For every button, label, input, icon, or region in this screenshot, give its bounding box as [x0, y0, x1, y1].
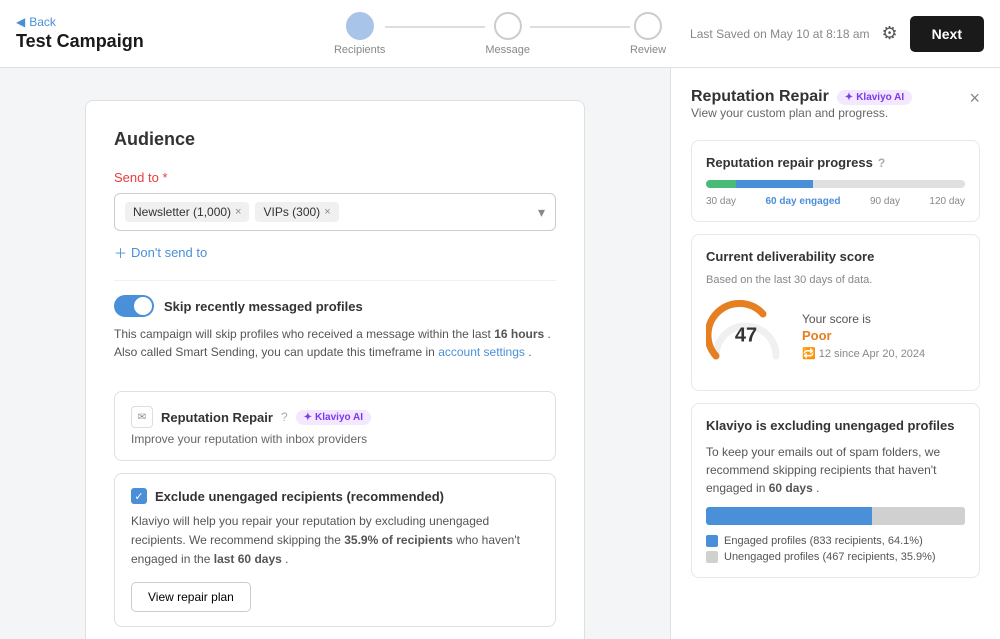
step-label-review: Review	[630, 44, 666, 56]
unengaged-description: To keep your emails out of spam folders,…	[706, 443, 965, 497]
progress-90day	[813, 180, 889, 188]
steps-nav: Recipients Message Review	[334, 12, 666, 56]
tag-dropdown-icon[interactable]: ▾	[538, 204, 545, 221]
unengaged-section: Klaviyo is excluding unengaged profiles …	[691, 403, 980, 578]
score-info: Your score is Poor 🔁 12 since Apr 20, 20…	[802, 312, 925, 360]
step-label-recipients: Recipients	[334, 44, 385, 56]
remove-newsletter-tag[interactable]: ×	[235, 206, 241, 218]
legend-engaged: Engaged profiles (833 recipients, 64.1%)	[706, 535, 965, 547]
back-link[interactable]: ◀ Back	[16, 15, 156, 29]
exclude-box: ✓ Exclude unengaged recipients (recommen…	[114, 473, 556, 627]
gauge-number: 47	[735, 325, 757, 348]
checkmark-icon: ✓	[134, 490, 143, 503]
score-desc: Based on the last 30 days of data.	[706, 274, 965, 286]
engagement-bar-chart	[706, 507, 965, 525]
envelope-icon: ✉	[131, 406, 153, 428]
exclude-header: ✓ Exclude unengaged recipients (recommen…	[131, 488, 539, 504]
step-label-message: Message	[485, 44, 530, 56]
step-line-1	[385, 26, 485, 28]
panel-title: Reputation Repair	[691, 88, 829, 106]
panel-ai-badge: ✦ Klaviyo AI	[837, 90, 912, 105]
dont-send-link[interactable]: ＋ Don't send to	[114, 243, 556, 262]
legend-dot-unengaged	[706, 551, 718, 563]
send-to-label: Send to *	[114, 170, 556, 185]
progress-section: Reputation repair progress ? 30 day 60 d…	[691, 140, 980, 222]
exclude-description: Klaviyo will help you repair your reputa…	[131, 512, 539, 570]
progress-120day	[889, 180, 965, 188]
toggle-knob	[134, 297, 152, 315]
unengaged-bar-segment	[872, 507, 965, 525]
skip-title: Skip recently messaged profiles	[164, 299, 363, 314]
next-button[interactable]: Next	[910, 16, 984, 52]
score-quality: Poor	[802, 328, 925, 343]
chart-legend: Engaged profiles (833 recipients, 64.1%)…	[706, 535, 965, 563]
ai-badge: ✦ Klaviyo AI	[296, 410, 371, 425]
main-layout: Audience Send to * Newsletter (1,000) × …	[0, 68, 1000, 639]
tag-vips: VIPs (300) ×	[255, 202, 338, 222]
engaged-bar-segment	[706, 507, 872, 525]
audience-card: Audience Send to * Newsletter (1,000) × …	[85, 100, 585, 639]
left-content: Audience Send to * Newsletter (1,000) × …	[0, 68, 670, 639]
close-panel-button[interactable]: ×	[969, 88, 980, 109]
progress-bar	[706, 180, 965, 188]
panel-subtitle: View your custom plan and progress.	[691, 106, 912, 120]
skip-toggle[interactable]	[114, 295, 154, 317]
step-circle-message	[494, 12, 522, 40]
rep-header: ✉ Reputation Repair ? ✦ Klaviyo AI	[131, 406, 539, 428]
progress-60day	[736, 180, 812, 188]
ai-star-icon: ✦	[304, 412, 312, 423]
skip-toggle-row: Skip recently messaged profiles	[114, 295, 556, 317]
back-label: Back	[29, 15, 56, 29]
audience-title: Audience	[114, 129, 556, 150]
score-section: Current deliverability score Based on th…	[691, 234, 980, 391]
progress-labels: 30 day 60 day engaged 90 day 120 day	[706, 196, 965, 207]
unengaged-title: Klaviyo is excluding unengaged profiles	[706, 418, 965, 433]
progress-30day	[706, 180, 736, 188]
panel-title-row: Reputation Repair ✦ Klaviyo AI	[691, 88, 912, 106]
panel-title-group: Reputation Repair ✦ Klaviyo AI View your…	[691, 88, 912, 136]
header-left: ◀ Back Test Campaign	[16, 15, 156, 52]
progress-title: Reputation repair progress ?	[706, 155, 965, 170]
last-saved-text: Last Saved on May 10 at 8:18 am	[690, 27, 869, 41]
step-review[interactable]: Review	[630, 12, 666, 56]
step-circle-review	[634, 12, 662, 40]
campaign-title: Test Campaign	[16, 31, 156, 52]
back-arrow-icon: ◀	[16, 15, 25, 29]
remove-vips-tag[interactable]: ×	[324, 206, 330, 218]
help-icon[interactable]: ?	[281, 410, 288, 424]
tag-newsletter: Newsletter (1,000) ×	[125, 202, 249, 222]
score-label: Your score is	[802, 312, 925, 326]
rep-subtitle: Improve your reputation with inbox provi…	[131, 432, 539, 446]
rep-title: Reputation Repair	[161, 410, 273, 425]
step-message[interactable]: Message	[485, 12, 530, 56]
step-circle-recipients	[346, 12, 374, 40]
legend-dot-engaged	[706, 535, 718, 547]
account-settings-link[interactable]: account settings	[438, 345, 525, 359]
panel-ai-star-icon: ✦	[845, 92, 853, 103]
step-line-2	[530, 26, 630, 28]
score-title: Current deliverability score	[706, 249, 965, 264]
header-right: Last Saved on May 10 at 8:18 am ⚙ Next	[690, 16, 984, 52]
exclude-checkbox[interactable]: ✓	[131, 488, 147, 504]
right-panel: Reputation Repair ✦ Klaviyo AI View your…	[670, 68, 1000, 639]
legend-unengaged: Unengaged profiles (467 recipients, 35.9…	[706, 551, 965, 563]
exclude-title: Exclude unengaged recipients (recommende…	[155, 489, 444, 504]
score-since: 🔁 12 since Apr 20, 2024	[802, 347, 925, 360]
step-recipients[interactable]: Recipients	[334, 12, 385, 56]
skip-description: This campaign will skip profiles who rec…	[114, 325, 556, 361]
send-to-input[interactable]: Newsletter (1,000) × VIPs (300) × ▾	[114, 193, 556, 231]
header: ◀ Back Test Campaign Recipients Message …	[0, 0, 1000, 68]
skip-section: Skip recently messaged profiles This cam…	[114, 280, 556, 375]
score-display: 47 Your score is Poor 🔁 12 since Apr 20,…	[706, 296, 965, 376]
reputation-repair-box: ✉ Reputation Repair ? ✦ Klaviyo AI Impro…	[114, 391, 556, 461]
gauge-chart: 47	[706, 296, 786, 376]
progress-help-icon[interactable]: ?	[878, 156, 885, 170]
engagement-bar	[706, 507, 965, 525]
settings-button[interactable]: ⚙	[882, 23, 898, 44]
panel-header: Reputation Repair ✦ Klaviyo AI View your…	[691, 88, 980, 136]
view-repair-plan-button[interactable]: View repair plan	[131, 582, 251, 612]
